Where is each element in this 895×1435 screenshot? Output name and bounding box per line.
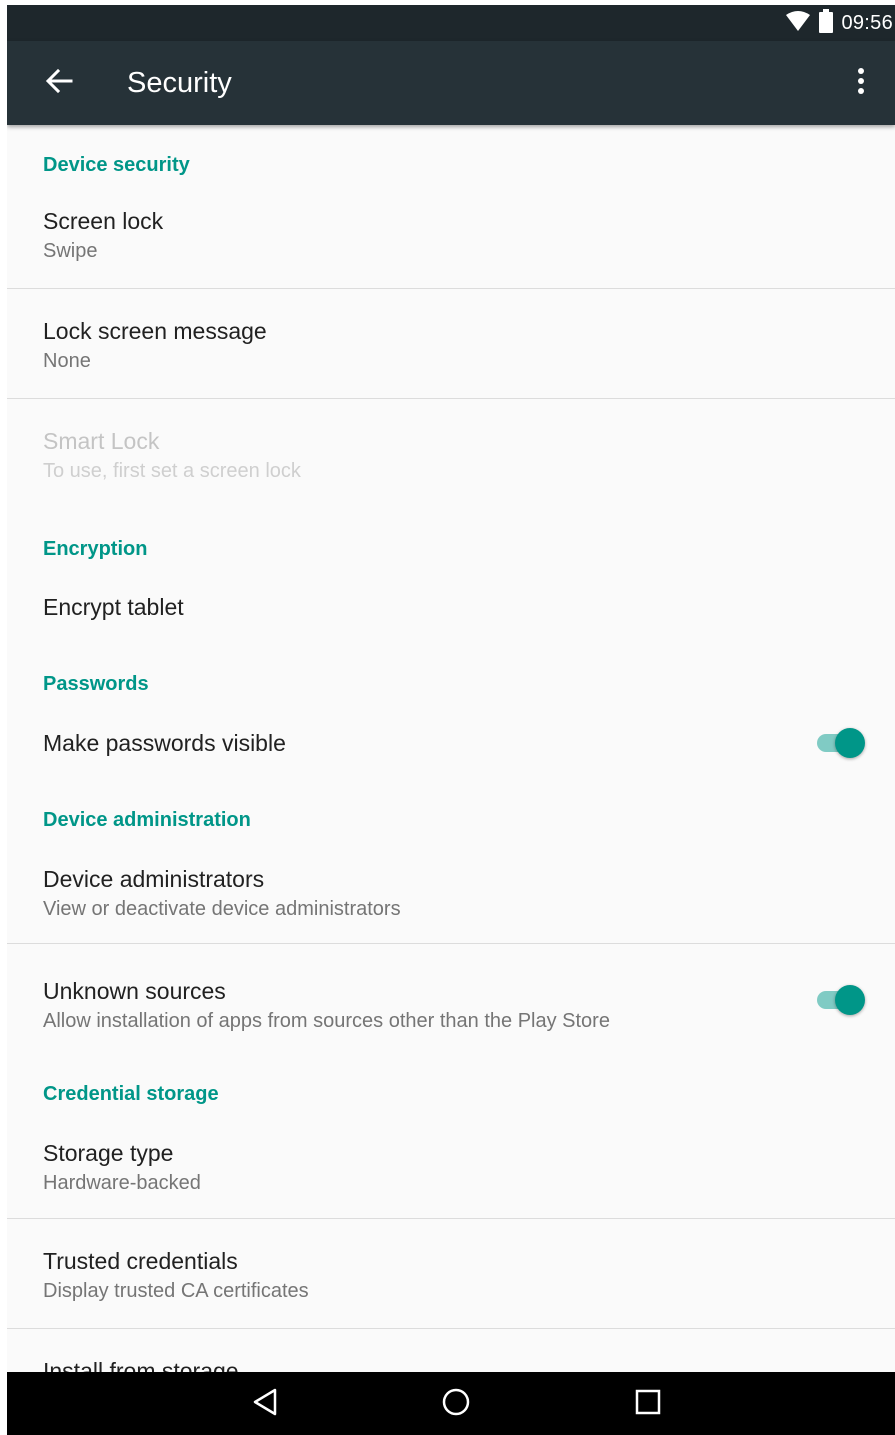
setting-trusted-credentials[interactable]: Trusted credentials Display trusted CA c… bbox=[7, 1219, 895, 1328]
setting-install-from-storage[interactable]: Install from storage bbox=[7, 1329, 895, 1372]
setting-summary: Swipe bbox=[43, 240, 98, 262]
setting-screen-lock[interactable]: Screen lock Swipe bbox=[7, 189, 895, 288]
setting-title: Encrypt tablet bbox=[43, 594, 184, 620]
nav-home-button[interactable] bbox=[434, 1382, 478, 1426]
status-icons: 09:56 bbox=[785, 5, 893, 41]
setting-lock-screen-message[interactable]: Lock screen message None bbox=[7, 289, 895, 398]
setting-title: Device administrators bbox=[43, 866, 265, 892]
app-screen: 09:56 Security Device security Screen lo… bbox=[7, 5, 895, 1435]
switch-thumb bbox=[835, 985, 865, 1015]
category-device-administration: Device administration bbox=[43, 809, 251, 831]
setting-title: Smart Lock bbox=[43, 428, 160, 454]
setting-summary: Hardware-backed bbox=[43, 1172, 201, 1194]
setting-title: Screen lock bbox=[43, 208, 164, 234]
category-device-security: Device security bbox=[43, 154, 190, 176]
switch-thumb bbox=[835, 728, 865, 758]
category-encryption: Encryption bbox=[43, 538, 148, 560]
nav-back-button[interactable] bbox=[243, 1382, 287, 1426]
setting-storage-type[interactable]: Storage type Hardware-backed bbox=[7, 1117, 895, 1218]
page-title: Security bbox=[127, 67, 232, 99]
setting-summary: To use, first set a screen lock bbox=[43, 460, 301, 482]
toolbar: Security bbox=[7, 41, 895, 125]
navigation-bar bbox=[7, 1372, 895, 1435]
more-vert-icon bbox=[857, 67, 865, 100]
setting-smart-lock: Smart Lock To use, first set a screen lo… bbox=[7, 399, 895, 509]
recents-square-icon bbox=[635, 1389, 661, 1420]
settings-list: Device security Screen lock Swipe Lock s… bbox=[7, 125, 895, 1372]
setting-title: Trusted credentials bbox=[43, 1248, 238, 1274]
setting-title: Lock screen message bbox=[43, 318, 267, 344]
back-button[interactable] bbox=[37, 61, 81, 105]
setting-title: Storage type bbox=[43, 1140, 174, 1166]
setting-encrypt-tablet[interactable]: Encrypt tablet bbox=[7, 571, 895, 651]
setting-unknown-sources[interactable]: Unknown sources Allow installation of ap… bbox=[7, 944, 895, 1054]
back-triangle-icon bbox=[252, 1388, 278, 1421]
setting-title: Unknown sources bbox=[43, 978, 226, 1004]
home-circle-icon bbox=[441, 1387, 471, 1422]
passwords-visible-switch[interactable] bbox=[815, 725, 867, 761]
setting-summary: None bbox=[43, 350, 91, 372]
setting-device-administrators[interactable]: Device administrators View or deactivate… bbox=[7, 843, 895, 943]
setting-make-passwords-visible[interactable]: Make passwords visible bbox=[7, 707, 895, 787]
setting-summary: Display trusted CA certificates bbox=[43, 1280, 309, 1302]
setting-title: Install from storage bbox=[43, 1358, 239, 1372]
arrow-back-icon bbox=[45, 67, 73, 100]
setting-summary: Allow installation of apps from sources … bbox=[43, 1010, 610, 1032]
status-time: 09:56 bbox=[841, 11, 893, 34]
battery-icon bbox=[819, 8, 834, 38]
status-bar: 09:56 bbox=[7, 5, 895, 41]
category-credential-storage: Credential storage bbox=[43, 1083, 219, 1105]
category-passwords: Passwords bbox=[43, 673, 149, 695]
setting-title: Make passwords visible bbox=[43, 730, 286, 756]
setting-summary: View or deactivate device administrators bbox=[43, 898, 401, 920]
unknown-sources-switch[interactable] bbox=[815, 982, 867, 1018]
more-options-button[interactable] bbox=[839, 61, 883, 105]
wifi-icon bbox=[785, 10, 811, 37]
nav-recents-button[interactable] bbox=[626, 1382, 670, 1426]
